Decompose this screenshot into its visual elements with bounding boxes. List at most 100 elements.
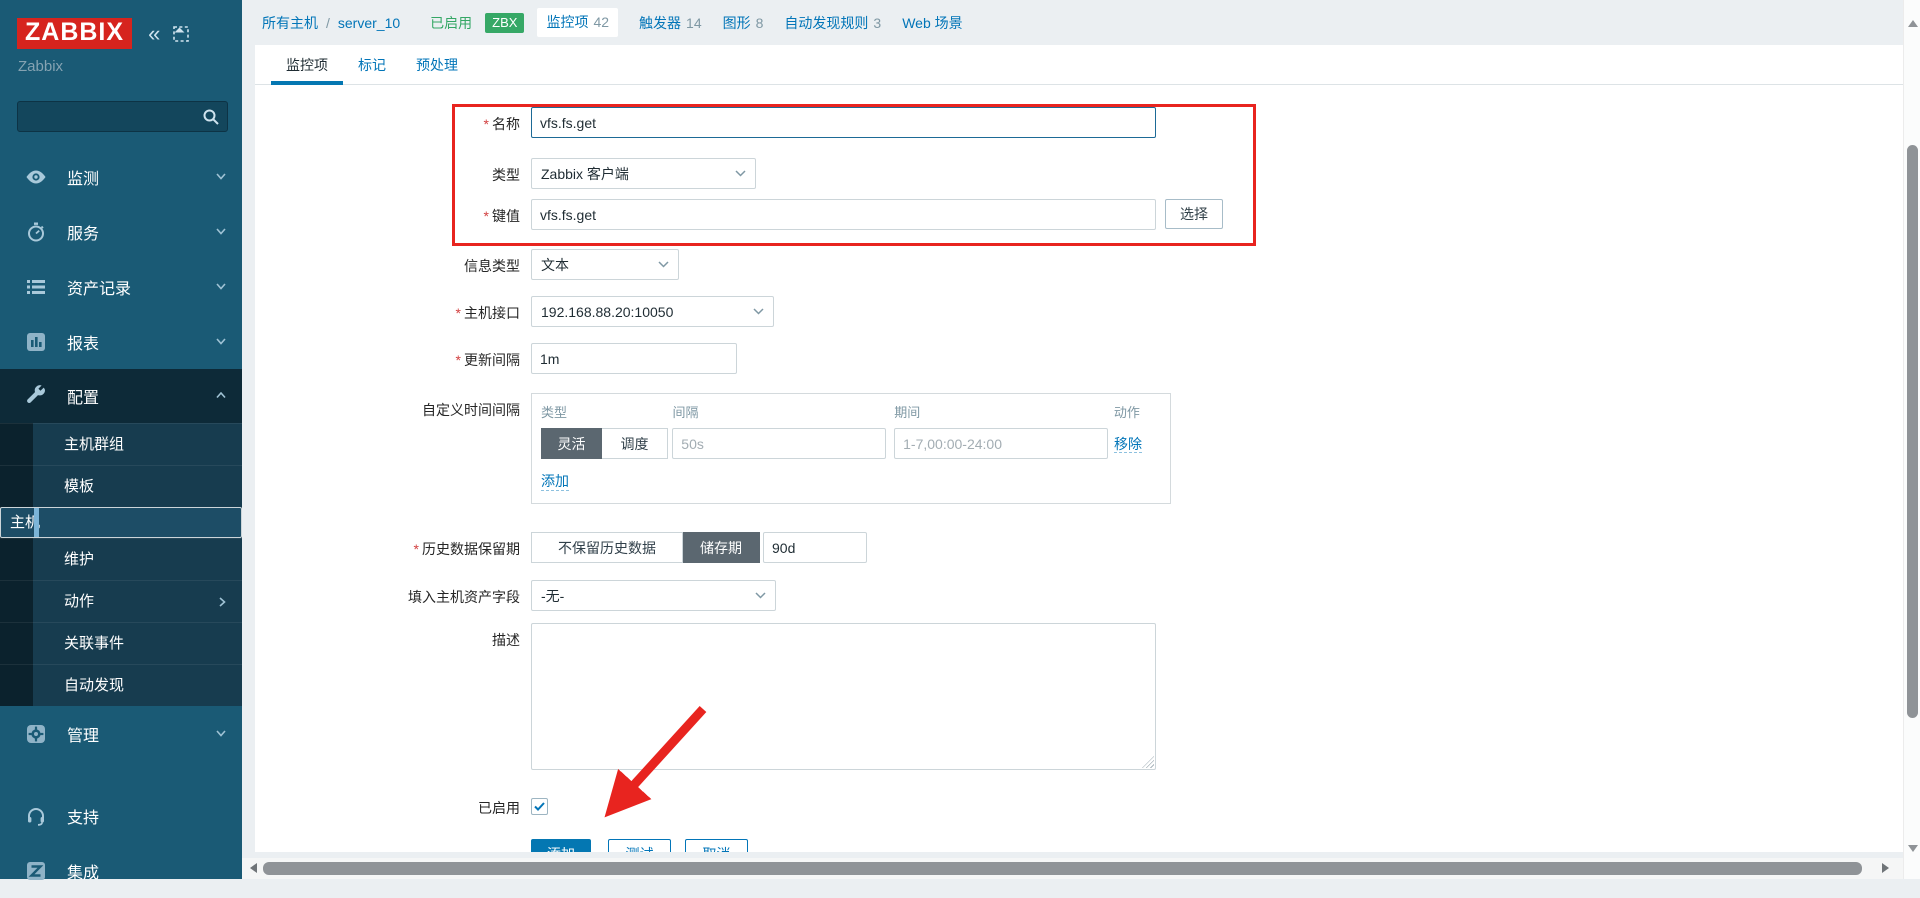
sidebar-item-services[interactable]: 服务 (0, 204, 242, 259)
bar-chart-icon (24, 330, 48, 354)
ci-type-toggle: 灵活 调度 (541, 428, 668, 459)
host-interface-select[interactable]: 192.168.88.20:10050 (531, 296, 774, 327)
add-button[interactable]: 添加 (531, 839, 591, 852)
ci-period-input[interactable] (894, 428, 1108, 459)
vertical-scrollbar-thumb[interactable] (1907, 145, 1918, 718)
row-name: *名称 (255, 107, 1156, 138)
flexible-toggle-button[interactable]: 灵活 (541, 428, 602, 459)
name-input[interactable] (531, 107, 1156, 138)
history-period-input[interactable] (763, 532, 867, 563)
row-value-type: 信息类型 文本 (255, 249, 679, 280)
items-link[interactable]: 监控项 (546, 14, 588, 30)
key-select-button[interactable]: 选择 (1165, 199, 1223, 229)
storage-period-toggle-button[interactable]: 储存期 (683, 532, 760, 563)
ci-add-link[interactable]: 添加 (541, 472, 569, 491)
scheduling-toggle-button[interactable]: 调度 (602, 428, 668, 459)
host-nav-items-chip[interactable]: 监控项 42 (537, 8, 618, 37)
chevron-down-icon (216, 730, 226, 737)
sidebar-item-event-correlation[interactable]: 关联事件 (0, 622, 242, 664)
web-scenarios-link[interactable]: Web 场景 (902, 15, 962, 31)
enabled-checkbox[interactable] (531, 798, 548, 815)
graphs-count: 8 (756, 15, 764, 31)
value-type-label: 信息类型 (255, 249, 520, 276)
sidebar-item-actions[interactable]: 动作 (0, 580, 242, 622)
search-icon[interactable] (202, 108, 220, 126)
scroll-right-arrow[interactable] (1882, 863, 1889, 873)
breadcrumb-host-link[interactable]: server_10 (338, 15, 400, 31)
triggers-count: 14 (686, 15, 702, 31)
vertical-scrollbar[interactable] (1903, 0, 1920, 879)
chevron-down-icon (216, 228, 226, 235)
items-count: 42 (593, 14, 609, 30)
sidebar-item-support[interactable]: 支持 (0, 788, 242, 843)
ci-header-interval: 间隔 (672, 402, 886, 421)
chevron-down-icon (753, 308, 764, 315)
wrench-icon (24, 384, 48, 408)
sidebar-nav: 监测 服务 资产记录 报表 (0, 149, 242, 761)
cancel-button[interactable]: 取消 (685, 839, 748, 852)
headset-icon (24, 804, 48, 828)
host-nav-graphs[interactable]: 图形 8 (723, 13, 764, 33)
sidebar: ZABBIX « Zabbix 监测 服务 资产记录 (0, 0, 242, 879)
no-history-toggle-button[interactable]: 不保留历史数据 (531, 532, 683, 563)
chevron-down-icon (216, 338, 226, 345)
host-interface-select-value: 192.168.88.20:10050 (541, 304, 673, 320)
host-nav-triggers[interactable]: 触发器 14 (639, 13, 702, 33)
collapse-sidebar-icon[interactable]: « (148, 24, 160, 44)
discovery-rules-link[interactable]: 自动发现规则 (784, 15, 868, 31)
chevron-right-icon (219, 597, 226, 607)
row-history: *历史数据保留期 不保留历史数据 储存期 (255, 532, 867, 563)
sidebar-item-reports[interactable]: 报表 (0, 314, 242, 369)
value-type-select[interactable]: 文本 (531, 249, 679, 280)
sidebar-item-label: 报表 (67, 330, 99, 354)
expand-sidebar-icon[interactable] (172, 25, 190, 43)
sidebar-search[interactable] (17, 101, 228, 132)
type-select[interactable]: Zabbix 客户端 (531, 158, 756, 189)
scroll-up-arrow[interactable] (1908, 20, 1918, 27)
sidebar-item-hosts[interactable]: 主机 (0, 507, 242, 538)
graphs-link[interactable]: 图形 (723, 15, 751, 31)
inventory-select[interactable]: -无- (531, 580, 776, 611)
sidebar-item-label: 资产记录 (67, 275, 131, 299)
sidebar-item-inventory[interactable]: 资产记录 (0, 259, 242, 314)
history-toggle: 不保留历史数据 储存期 (531, 532, 760, 563)
sidebar-item-discovery[interactable]: 自动发现 (0, 664, 242, 706)
triggers-link[interactable]: 触发器 (639, 15, 681, 31)
sidebar-item-label: 服务 (67, 220, 99, 244)
custom-intervals-headers: 类型 间隔 期间 动作 (541, 402, 1161, 421)
sidebar-item-monitoring[interactable]: 监测 (0, 149, 242, 204)
sidebar-item-maintenance[interactable]: 维护 (0, 538, 242, 580)
horizontal-scrollbar-thumb[interactable] (263, 862, 1862, 875)
host-interface-label: *主机接口 (255, 296, 520, 323)
scroll-left-arrow[interactable] (250, 863, 257, 873)
ci-remove-link[interactable]: 移除 (1114, 436, 1142, 453)
sidebar-item-host-groups[interactable]: 主机群组 (0, 423, 242, 465)
sidebar-item-integrations[interactable]: 集成 (0, 843, 242, 898)
host-status-enabled: 已启用 (430, 13, 472, 33)
host-nav-web-scenarios[interactable]: Web 场景 (902, 13, 962, 33)
sidebar-item-configuration[interactable]: 配置 (0, 369, 242, 423)
row-key: *键值 选择 (255, 199, 1223, 230)
zbx-agent-badge: ZBX (485, 13, 524, 33)
horizontal-scrollbar[interactable] (242, 858, 1903, 879)
key-input[interactable] (531, 199, 1156, 230)
logo-row: ZABBIX « (17, 18, 230, 49)
type-label: 类型 (255, 158, 520, 185)
host-nav-discovery-rules[interactable]: 自动发现规则3 (784, 13, 881, 33)
configuration-submenu: 主机群组 模板 主机 维护 动作 关联事件 自动发现 (0, 423, 242, 706)
scroll-down-arrow[interactable] (1908, 845, 1918, 852)
test-button[interactable]: 测试 (608, 839, 671, 852)
breadcrumb-all-hosts-link[interactable]: 所有主机 (262, 13, 318, 33)
item-form: *名称 类型 Zabbix 客户端 *键值 选择 信息类型 (255, 45, 1903, 852)
required-asterisk: * (414, 541, 419, 557)
row-inventory: 填入主机资产字段 -无- (255, 580, 776, 611)
ci-interval-input[interactable] (672, 428, 886, 459)
sidebar-item-administration[interactable]: 管理 (0, 706, 242, 761)
row-description: 描述 (255, 623, 1156, 770)
update-interval-input[interactable] (531, 343, 737, 374)
ci-header-period: 期间 (894, 402, 1108, 421)
host-header-band: 所有主机 / server_10 已启用 ZBX 监控项42 触发器14 图形8… (242, 0, 1903, 45)
search-input[interactable] (26, 102, 206, 131)
description-textarea[interactable] (531, 623, 1156, 770)
row-enabled: 已启用 (255, 795, 548, 818)
